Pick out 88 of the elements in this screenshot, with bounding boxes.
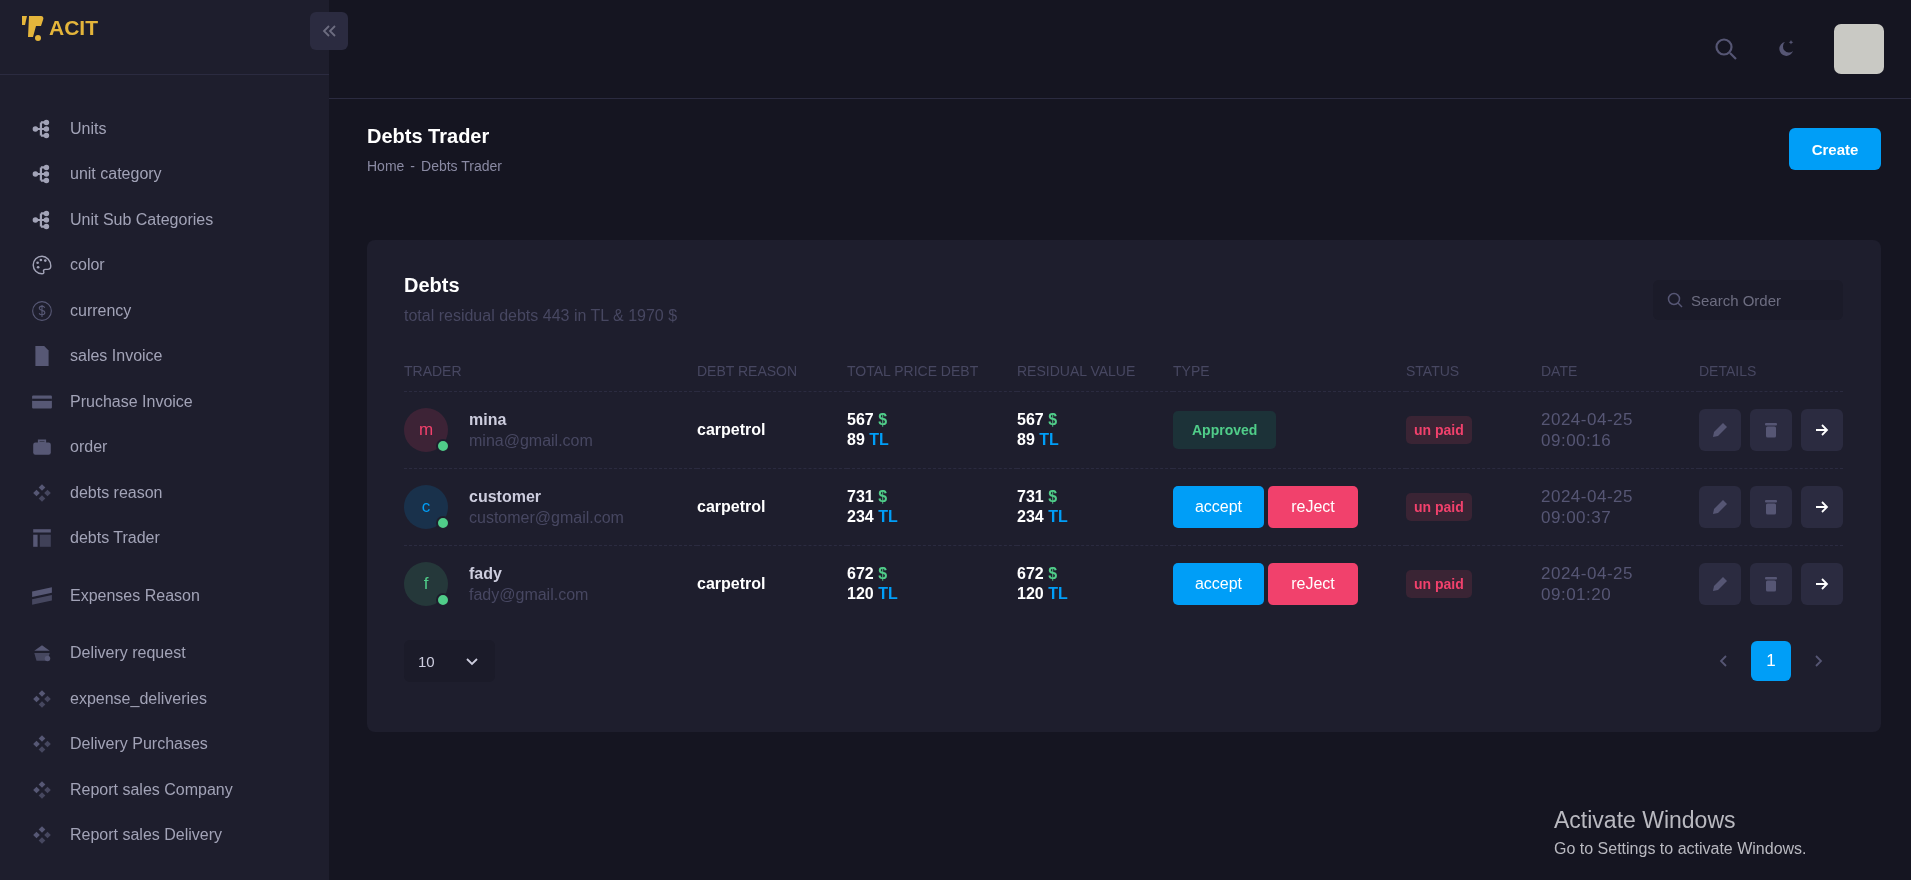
- activation-notice-text: Go to Settings to activate Windows.: [1554, 840, 1807, 858]
- dollar-icon: [31, 299, 53, 322]
- layers-icon: [31, 584, 53, 607]
- online-status-dot: [436, 516, 450, 530]
- sidebar-item[interactable]: sales Invoice: [70, 347, 163, 366]
- amount-text: 731 $: [1017, 487, 1058, 507]
- arrow-right-icon: [1815, 500, 1829, 514]
- collapse-button[interactable]: [310, 12, 348, 50]
- reject-button[interactable]: reJect: [1268, 563, 1358, 605]
- reject-button[interactable]: reJect: [1268, 486, 1358, 528]
- search-field[interactable]: Search Order: [1653, 280, 1843, 320]
- sidebar-item[interactable]: debts reason: [70, 483, 163, 502]
- online-status-dot: [436, 593, 450, 607]
- amount-text: 672 $: [1017, 564, 1058, 584]
- avatar-initial: c: [421, 497, 431, 517]
- sidebar-item[interactable]: Units: [70, 119, 107, 138]
- edit-button[interactable]: [1699, 486, 1741, 528]
- trash-icon: [1764, 422, 1778, 438]
- logo-icon: [21, 13, 45, 43]
- sidebar-item[interactable]: color: [70, 256, 105, 275]
- pencil-icon: [1712, 499, 1728, 515]
- palette-icon: [31, 254, 53, 277]
- open-button[interactable]: [1801, 486, 1843, 528]
- delete-button[interactable]: [1750, 563, 1792, 605]
- status-badge: un paid: [1406, 493, 1472, 521]
- sidebar-item[interactable]: currency: [70, 301, 132, 320]
- sidebar-item[interactable]: Report sales Company: [70, 780, 233, 799]
- amount-text: 672 $: [847, 564, 888, 584]
- trader-name: customer: [469, 487, 543, 506]
- sidebar-item[interactable]: debts Trader: [70, 529, 160, 548]
- amount-text: 567 $: [847, 410, 888, 430]
- delete-button[interactable]: [1750, 409, 1792, 451]
- sidebar-item[interactable]: order: [70, 438, 108, 457]
- debt-reason: carpetrol: [697, 575, 766, 593]
- arrow-right-icon: [1815, 423, 1829, 437]
- trader-name: mina: [469, 410, 508, 429]
- sidebar-item[interactable]: Expenses Reason: [70, 586, 200, 605]
- page-size-select[interactable]: 10: [404, 640, 495, 682]
- breadcrumb-separator: -: [410, 158, 416, 174]
- edit-button[interactable]: [1699, 563, 1741, 605]
- breadcrumb-link[interactable]: Home: [367, 158, 405, 174]
- avatar-initial: m: [418, 420, 434, 440]
- sidebar-item[interactable]: Delivery request: [70, 644, 186, 663]
- page-title: Debts Trader: [367, 125, 491, 148]
- open-button[interactable]: [1801, 409, 1843, 451]
- sidebar-item[interactable]: unit category: [70, 165, 162, 184]
- layout-icon: [31, 527, 53, 550]
- date-text: 2024-04-25 09:01:20: [1541, 563, 1634, 605]
- sidebar-item[interactable]: Report sales Delivery: [70, 826, 223, 845]
- amount-text: 89 TL: [847, 430, 889, 450]
- open-button[interactable]: [1801, 563, 1843, 605]
- pencil-icon: [1712, 422, 1728, 438]
- search-icon: [1667, 292, 1683, 308]
- avatar-photo-placeholder[interactable]: [1834, 24, 1884, 74]
- avatar-initial: f: [423, 574, 429, 594]
- pencil-icon: [1712, 576, 1728, 592]
- amount-text: 89 TL: [1017, 430, 1059, 450]
- arrow-right-icon: [1815, 577, 1829, 591]
- moon-icon[interactable]: [1776, 39, 1796, 59]
- debt-reason: carpetrol: [697, 498, 766, 516]
- sidebar-item[interactable]: expense_deliveries: [70, 689, 207, 708]
- logo-text: ACIT: [49, 16, 98, 40]
- delete-button[interactable]: [1750, 486, 1792, 528]
- sidebar-item[interactable]: Unit Sub Categories: [70, 210, 214, 229]
- debt-reason: carpetrol: [697, 421, 766, 439]
- search-icon[interactable]: [1714, 37, 1738, 61]
- date-text: 2024-04-25 09:00:37: [1541, 486, 1634, 528]
- trash-icon: [1764, 499, 1778, 515]
- amount-text: 234 TL: [847, 507, 898, 527]
- amount-text: 120 TL: [847, 584, 898, 604]
- amount-text: 120 TL: [1017, 584, 1068, 604]
- double-chevron-icon: [321, 23, 337, 39]
- amount-text: 567 $: [1017, 410, 1058, 430]
- online-status-dot: [436, 439, 450, 453]
- card-title: Debts: [404, 274, 461, 297]
- status-badge: un paid: [1406, 416, 1472, 444]
- status-badge: un paid: [1406, 570, 1472, 598]
- sidebar-item[interactable]: Pruchase Invoice: [70, 392, 193, 411]
- approved-badge: Approved: [1173, 411, 1277, 449]
- breadcrumb-current: Debts Trader: [421, 158, 502, 174]
- sidebar-item[interactable]: Delivery Purchases: [70, 735, 208, 754]
- amount-text: 234 TL: [1017, 507, 1068, 527]
- trash-icon: [1764, 576, 1778, 592]
- date-text: 2024-04-25 09:00:16: [1541, 409, 1634, 451]
- amount-text: 731 $: [847, 487, 888, 507]
- activation-notice-title: Activate Windows: [1554, 807, 1737, 834]
- edit-button[interactable]: [1699, 409, 1741, 451]
- trader-name: fady: [469, 564, 503, 583]
